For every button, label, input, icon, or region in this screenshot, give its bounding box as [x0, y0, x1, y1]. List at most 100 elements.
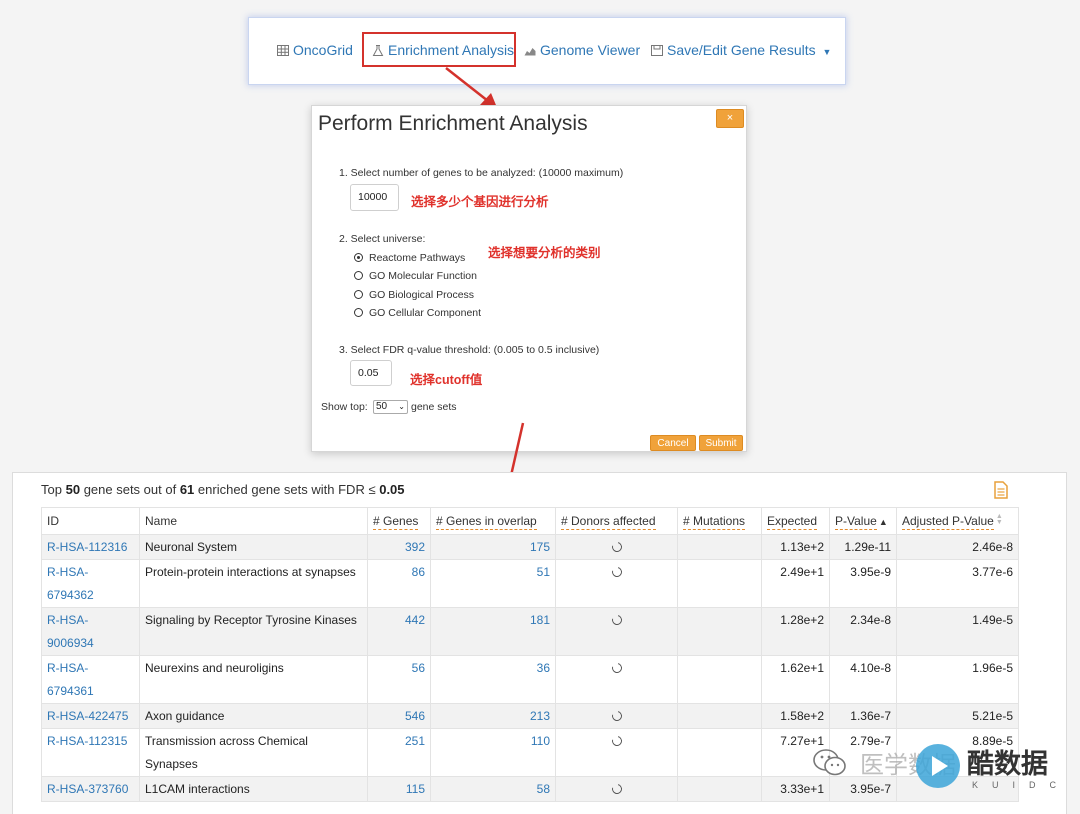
overlap-count-link[interactable]: 175 [430, 534, 556, 560]
step2-label: 2. Select universe: [339, 233, 426, 245]
gene-set-name: Protein-protein interactions at synapses [139, 559, 368, 608]
col-expected[interactable]: Expected [761, 507, 830, 535]
gene-count-link[interactable]: 251 [367, 728, 431, 777]
adjusted-pvalue-cell: 1.96e-5 [896, 655, 1019, 704]
loading-spinner-icon [609, 734, 624, 748]
gene-count-link[interactable]: 56 [367, 655, 431, 704]
show-top-select[interactable]: 50 ⌄ [373, 400, 408, 414]
mutations-cell [677, 655, 762, 704]
gene-count-link[interactable]: 115 [367, 776, 431, 802]
gene-set-id-link[interactable]: R-HSA-6794361 [41, 655, 140, 704]
loading-spinner-icon [609, 540, 624, 554]
gene-count-input[interactable]: 10000 [350, 184, 399, 211]
overlap-count-link[interactable]: 51 [430, 559, 556, 608]
col-genes-overlap[interactable]: # Genes in overlap [430, 507, 556, 535]
mutations-cell [677, 776, 762, 802]
gene-count-link[interactable]: 442 [367, 607, 431, 656]
expected-cell: 1.28e+2 [761, 607, 830, 656]
gene-set-name: Axon guidance [139, 703, 368, 729]
universe-option-reactome[interactable]: Reactome Pathways [354, 252, 465, 264]
universe-option-go-bp[interactable]: GO Biological Process [354, 289, 474, 301]
col-adjusted-pvalue[interactable]: Adjusted P-Value ▲ ▼ [896, 507, 1019, 535]
genome-viewer-tab[interactable]: Genome Viewer [524, 42, 640, 58]
adjusted-pvalue-cell: 3.77e-6 [896, 559, 1019, 608]
loading-spinner-icon [609, 661, 624, 675]
table-row: R-HSA-9006934 Signaling by Receptor Tyros… [41, 607, 1019, 656]
universe-option-go-cc[interactable]: GO Cellular Component [354, 307, 481, 319]
mutations-cell [677, 728, 762, 777]
overlap-count-link[interactable]: 36 [430, 655, 556, 704]
caret-down-icon: ▼ [822, 47, 832, 57]
universe-option-go-mf[interactable]: GO Molecular Function [354, 270, 477, 282]
dialog-title: Perform Enrichment Analysis [318, 112, 588, 135]
gene-set-name: L1CAM interactions [139, 776, 368, 802]
col-mutations[interactable]: # Mutations [677, 507, 762, 535]
mutations-cell [677, 534, 762, 560]
table-row: R-HSA-112316 Neuronal System 392 175 1.13e+2… [41, 534, 1019, 560]
note-cutoff: 选择cutoff值 [410, 373, 483, 387]
radio-selected-icon [354, 253, 363, 262]
table-header-row: ID Name # Genes # Genes in overlap # Don… [41, 507, 1019, 535]
loading-spinner-icon [609, 709, 624, 723]
note-gene-count: 选择多少个基因进行分析 [411, 195, 549, 209]
gene-set-name: Neurexins and neuroligins [139, 655, 368, 704]
loading-spinner-icon [609, 782, 624, 796]
enrichment-highlight-box [362, 32, 516, 67]
adjusted-pvalue-cell: 5.21e-5 [896, 703, 1019, 729]
col-genes[interactable]: # Genes [367, 507, 431, 535]
overlap-count-link[interactable]: 58 [430, 776, 556, 802]
donors-affected-cell [555, 776, 678, 802]
note-universe: 选择想要分析的类别 [488, 246, 601, 260]
save-edit-label: Save/Edit Gene Results [667, 42, 816, 58]
donors-affected-cell [555, 607, 678, 656]
donors-affected-cell [555, 728, 678, 777]
gene-count-link[interactable]: 546 [367, 703, 431, 729]
pvalue-cell: 2.34e-8 [829, 607, 897, 656]
col-donors-affected[interactable]: # Donors affected [555, 507, 678, 535]
brand-subtitle: KUIDC [972, 780, 1071, 790]
save-edit-gene-results-dropdown[interactable]: Save/Edit Gene Results ▼ [651, 42, 831, 58]
overlap-count-link[interactable]: 181 [430, 607, 556, 656]
cancel-button[interactable]: Cancel [650, 435, 696, 451]
gene-count-link[interactable]: 392 [367, 534, 431, 560]
gene-count-link[interactable]: 86 [367, 559, 431, 608]
save-icon [651, 45, 663, 56]
results-summary: Top 50 gene sets out of 61 enriched gene… [41, 482, 405, 497]
fdr-threshold-input[interactable]: 0.05 [350, 360, 392, 386]
pvalue-cell: 1.36e-7 [829, 703, 897, 729]
gene-set-id-link[interactable]: R-HSA-422475 [41, 703, 140, 729]
gene-set-id-link[interactable]: R-HSA-373760 [41, 776, 140, 802]
pvalue-cell: 1.29e-11 [829, 534, 897, 560]
submit-button[interactable]: Submit [699, 435, 743, 451]
enrichment-dialog: Perform Enrichment Analysis × 1. Select … [311, 105, 747, 452]
wechat-icon [813, 749, 846, 776]
gene-set-name: Neuronal System [139, 534, 368, 560]
gene-set-id-link[interactable]: R-HSA-112316 [41, 534, 140, 560]
col-pvalue[interactable]: P-Value ▲ [829, 507, 897, 535]
pvalue-cell: 3.95e-9 [829, 559, 897, 608]
adjusted-pvalue-cell: 2.46e-8 [896, 534, 1019, 560]
select-chevron-icon: ⌄ [398, 402, 405, 411]
col-name[interactable]: Name [139, 507, 368, 535]
oncogrid-label: OncoGrid [293, 42, 353, 58]
loading-spinner-icon [609, 565, 624, 579]
overlap-count-link[interactable]: 110 [430, 728, 556, 777]
table-row: R-HSA-6794362 Protein-protein interaction… [41, 559, 1019, 608]
close-button[interactable]: × [716, 109, 744, 128]
visualization-toolbar: OncoGrid Enrichment Analysis Genome View… [248, 17, 846, 85]
col-id[interactable]: ID [41, 507, 140, 535]
sort-ascending-icon: ▲ [878, 517, 888, 527]
show-top-label: Show top: [321, 401, 368, 413]
gene-set-id-link[interactable]: R-HSA-112315 [41, 728, 140, 777]
brand-logo-icon [916, 744, 960, 788]
expected-cell: 1.58e+2 [761, 703, 830, 729]
export-document-icon[interactable] [993, 481, 1009, 499]
expected-cell: 1.62e+1 [761, 655, 830, 704]
mutations-cell [677, 559, 762, 608]
oncogrid-tab[interactable]: OncoGrid [277, 42, 353, 58]
overlap-count-link[interactable]: 213 [430, 703, 556, 729]
gene-set-id-link[interactable]: R-HSA-9006934 [41, 607, 140, 656]
gene-set-name: Transmission across Chemical Synapses [139, 728, 368, 777]
donors-affected-cell [555, 655, 678, 704]
gene-set-id-link[interactable]: R-HSA-6794362 [41, 559, 140, 608]
